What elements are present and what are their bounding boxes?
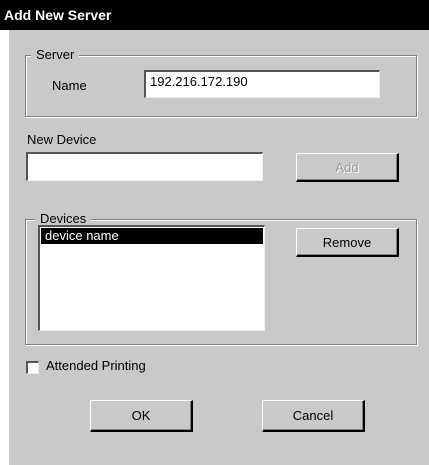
window-title: Add New Server [4, 7, 112, 23]
server-name-label: Name [52, 78, 87, 93]
dialog-body: Server Name 192.216.172.190 New Device A… [9, 30, 429, 465]
cancel-button[interactable]: Cancel [262, 400, 365, 432]
title-bar: Add New Server [0, 0, 429, 30]
ok-button[interactable]: OK [90, 400, 193, 432]
new-device-input[interactable] [26, 152, 263, 181]
server-name-input[interactable]: 192.216.172.190 [144, 70, 380, 98]
attended-printing-label[interactable]: Attended Printing [46, 358, 146, 374]
devices-listbox[interactable]: device name [38, 225, 265, 331]
new-device-label: New Device [27, 132, 97, 147]
attended-printing-checkbox[interactable] [26, 361, 39, 374]
add-button[interactable]: Add [296, 153, 399, 182]
devices-legend: Devices [35, 212, 92, 226]
server-legend: Server [31, 48, 80, 62]
list-item[interactable]: device name [41, 228, 263, 244]
remove-button[interactable]: Remove [296, 228, 399, 257]
